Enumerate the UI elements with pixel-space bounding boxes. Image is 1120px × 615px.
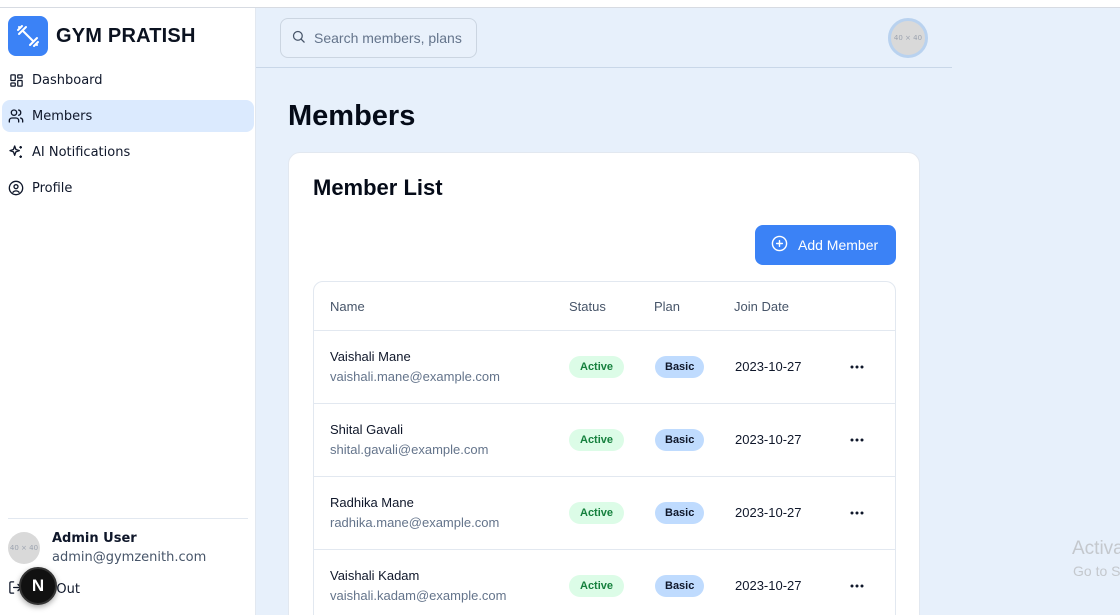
card-title: Member List: [313, 175, 443, 200]
user-name: Admin User: [52, 531, 137, 546]
column-header-status: Status: [569, 298, 606, 314]
sidebar-item-label: AI Notifications: [32, 144, 131, 160]
user-email: admin@gymzenith.com: [52, 550, 207, 565]
member-list-card: Member List Add Member Name Status Plan …: [288, 152, 920, 615]
avatar: 40 × 40: [8, 532, 40, 564]
window-top-edge: [0, 0, 1120, 8]
members-table: Name Status Plan Join Date Vaishali Mane…: [313, 281, 896, 615]
user-profile-box: 40 × 40 Admin User admin@gymzenith.com: [8, 518, 248, 565]
more-horizontal-icon: [850, 584, 864, 588]
column-header-join-date: Join Date: [734, 298, 789, 314]
add-member-label: Add Member: [798, 237, 879, 253]
user-circle-icon: [8, 180, 24, 196]
table-row: Shital Gavali shital.gavali@example.com …: [314, 404, 895, 477]
column-header-plan: Plan: [654, 298, 681, 314]
member-name: Radhika Mane: [330, 495, 414, 510]
dashboard-icon: [8, 72, 24, 88]
plan-badge: Basic: [655, 356, 705, 378]
member-email: vaishali.kadam@example.com: [330, 588, 507, 603]
column-header-name: Name: [330, 298, 365, 314]
plus-circle-icon: [771, 235, 788, 255]
status-badge: Active: [569, 429, 625, 451]
sidebar: GYM PRATISH Dashboard Members AI Notific…: [0, 8, 256, 615]
status-badge: Active: [569, 356, 625, 378]
sidebar-nav: Dashboard Members AI Notifications Profi…: [0, 64, 256, 208]
nextjs-dev-badge[interactable]: N: [19, 567, 57, 605]
join-date: 2023-10-27: [735, 578, 802, 593]
search-input[interactable]: [314, 30, 464, 46]
windows-activation-watermark: Activa: [1072, 538, 1120, 559]
dumbbell-icon: [8, 16, 48, 56]
search-box[interactable]: [280, 18, 477, 58]
plan-badge: Basic: [655, 502, 705, 524]
status-badge: Active: [569, 502, 625, 524]
member-name: Shital Gavali: [330, 422, 403, 437]
sidebar-item-label: Members: [32, 108, 93, 124]
more-horizontal-icon: [850, 511, 864, 515]
sidebar-item-dashboard[interactable]: Dashboard: [2, 64, 254, 96]
more-horizontal-icon: [850, 365, 864, 369]
add-member-button[interactable]: Add Member: [755, 225, 896, 265]
join-date: 2023-10-27: [735, 432, 802, 447]
member-email: radhika.mane@example.com: [330, 515, 500, 530]
plan-badge: Basic: [655, 429, 705, 451]
page-title: Members: [288, 100, 416, 132]
sidebar-item-profile[interactable]: Profile: [2, 172, 254, 204]
sparkles-icon: [8, 144, 24, 160]
sidebar-item-ai-notifications[interactable]: AI Notifications: [2, 136, 254, 168]
member-name: Vaishali Kadam: [330, 568, 420, 583]
table-row: Vaishali Mane vaishali.mane@example.com …: [314, 331, 895, 404]
sidebar-item-label: Dashboard: [32, 72, 103, 88]
row-actions-button[interactable]: [844, 503, 870, 523]
top-header: 40 × 40: [256, 8, 952, 68]
header-avatar[interactable]: 40 × 40: [888, 18, 928, 58]
row-actions-button[interactable]: [844, 430, 870, 450]
table-row: Vaishali Kadam vaishali.kadam@example.co…: [314, 550, 895, 615]
row-actions-button[interactable]: [844, 357, 870, 377]
member-name: Vaishali Mane: [330, 349, 411, 364]
sidebar-item-label: Profile: [32, 180, 73, 196]
brand-name: GYM PRATISH: [56, 24, 196, 47]
windows-activation-subtitle: Go to S: [1073, 563, 1120, 579]
member-email: shital.gavali@example.com: [330, 442, 489, 457]
plan-badge: Basic: [655, 575, 705, 597]
member-email: vaishali.mane@example.com: [330, 369, 500, 384]
sidebar-item-members[interactable]: Members: [2, 100, 254, 132]
join-date: 2023-10-27: [735, 359, 802, 374]
more-horizontal-icon: [850, 438, 864, 442]
table-header: Name Status Plan Join Date: [314, 282, 895, 331]
row-actions-button[interactable]: [844, 576, 870, 596]
main-content: 40 × 40 Members Member List Add Member N…: [256, 8, 1120, 615]
table-row: Radhika Mane radhika.mane@example.com Ac…: [314, 477, 895, 550]
join-date: 2023-10-27: [735, 505, 802, 520]
brand[interactable]: GYM PRATISH: [8, 16, 196, 56]
users-icon: [8, 108, 24, 124]
search-icon: [291, 29, 306, 48]
status-badge: Active: [569, 575, 625, 597]
